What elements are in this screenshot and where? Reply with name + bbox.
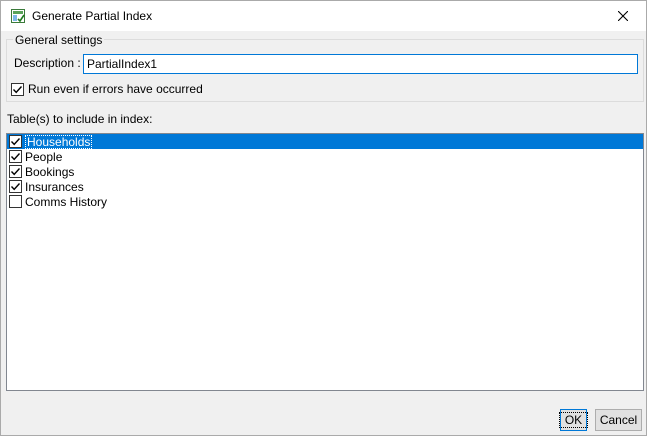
list-item-insurances[interactable]: Insurances <box>7 179 643 194</box>
insurances-checkbox[interactable] <box>9 180 22 193</box>
list-item-label: Comms History <box>25 194 108 209</box>
people-checkbox[interactable] <box>9 150 22 163</box>
index-app-icon <box>10 8 26 24</box>
close-button[interactable] <box>600 1 646 31</box>
run-even-if-errors-checkbox[interactable]: Run even if errors have occurred <box>11 82 203 96</box>
checkmark-icon <box>10 153 21 161</box>
checkmark-icon <box>10 183 21 191</box>
cancel-button[interactable]: Cancel <box>595 409 642 431</box>
run-even-if-errors-label: Run even if errors have occurred <box>28 82 203 96</box>
dialog-title: Generate Partial Index <box>32 9 153 23</box>
list-item-comms-history[interactable]: Comms History <box>7 194 643 209</box>
list-item-label: Insurances <box>25 179 84 194</box>
bookings-checkbox[interactable] <box>9 165 22 178</box>
comms-history-checkbox[interactable] <box>9 195 22 208</box>
checkmark-icon <box>10 138 21 146</box>
run-even-if-errors-check[interactable] <box>11 82 24 96</box>
tables-label: Table(s) to include in index: <box>7 112 153 126</box>
checkmark-icon <box>10 168 21 176</box>
description-input[interactable] <box>83 54 638 74</box>
general-settings-legend: General settings <box>13 33 105 47</box>
list-item-bookings[interactable]: Bookings <box>7 164 643 179</box>
close-icon <box>618 11 628 21</box>
title-bar[interactable]: Generate Partial Index <box>1 1 646 31</box>
checkmark-icon <box>12 85 23 93</box>
ok-button[interactable]: OK <box>558 409 589 431</box>
list-item-label: Households <box>25 134 93 149</box>
households-checkbox[interactable] <box>9 135 22 148</box>
ok-button-label: OK <box>558 412 589 428</box>
list-item-people[interactable]: People <box>7 149 643 164</box>
list-item-label: Bookings <box>25 164 75 179</box>
tables-checklist[interactable]: Households People Bookings Insurances Co… <box>6 133 644 391</box>
description-label: Description : <box>14 56 81 70</box>
dialog-window: Generate Partial Index General settings … <box>0 0 647 436</box>
list-item-households[interactable]: Households <box>7 134 643 149</box>
list-item-label: People <box>25 149 63 164</box>
